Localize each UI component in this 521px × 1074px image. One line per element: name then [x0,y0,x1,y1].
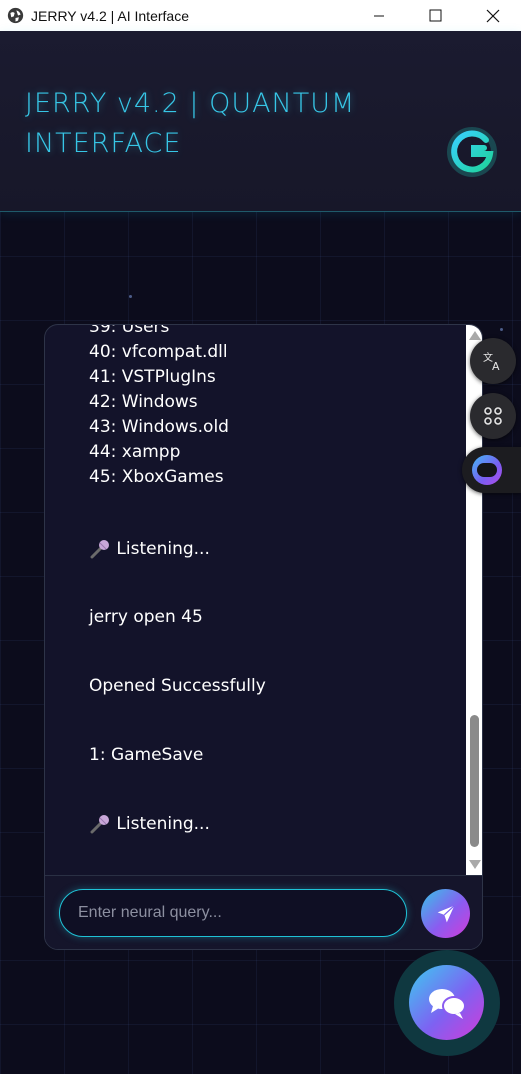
close-button[interactable] [464,0,521,31]
query-input[interactable] [59,889,407,937]
window-title: JERRY v4.2 | AI Interface [31,7,189,24]
list-item: 42: Windows [89,392,198,412]
close-icon [486,9,499,22]
list-item: 43: Windows.old [89,417,229,437]
assistant-message: Opened Successfully [89,676,266,696]
command-icon [484,407,502,425]
directory-list: 39: Users 40: vfcompat.dll 41: VSTPlugIn… [89,325,229,490]
background-dot [129,295,132,298]
scroll-down-arrow[interactable] [469,860,481,869]
list-item: 40: vfcompat.dll [89,342,228,362]
listening-text: Listening... [116,814,210,834]
assistant-icon [472,455,502,485]
listening-message: Listening... [89,812,210,836]
scroll-up-arrow[interactable] [469,331,481,340]
g-logo-icon [447,127,497,177]
maximize-button[interactable] [407,0,464,31]
user-message: jerry open 45 [89,607,203,627]
minimize-icon [373,15,384,16]
microphone-icon [90,815,109,834]
chat-fab-button[interactable] [409,965,484,1040]
minimize-button[interactable] [350,0,407,31]
svg-text:A: A [492,360,500,372]
list-item: 44: xampp [89,442,181,462]
chat-bubbles-icon [428,988,466,1019]
scroll-thumb[interactable] [470,715,479,847]
page-title: JERRY v4.2 | QUANTUM INTERFACE [25,88,356,159]
maximize-icon [429,9,442,22]
assistant-tab[interactable] [462,447,521,493]
send-button[interactable] [421,889,470,938]
app-header: JERRY v4.2 | QUANTUM INTERFACE [0,31,521,212]
list-item: 41: VSTPlugIns [89,367,216,387]
globe-icon [7,7,24,24]
microphone-icon [90,540,109,559]
assistant-message: 1: GameSave [89,745,204,765]
input-area [45,875,482,949]
message-list[interactable]: 39: Users 40: vfcompat.dll 41: VSTPlugIn… [45,325,465,875]
chat-panel: 39: Users 40: vfcompat.dll 41: VSTPlugIn… [44,324,483,950]
background-dot [500,328,503,331]
send-icon [437,904,455,922]
command-button[interactable] [470,393,516,439]
translate-button[interactable]: 文 A [470,338,516,384]
listening-text: Listening... [116,539,210,559]
listening-message: Listening... [89,537,210,561]
list-item: 45: XboxGames [89,467,224,487]
translate-icon: 文 A [483,351,500,372]
window-titlebar: JERRY v4.2 | AI Interface [0,0,521,31]
list-item: 39: Users [89,325,170,337]
